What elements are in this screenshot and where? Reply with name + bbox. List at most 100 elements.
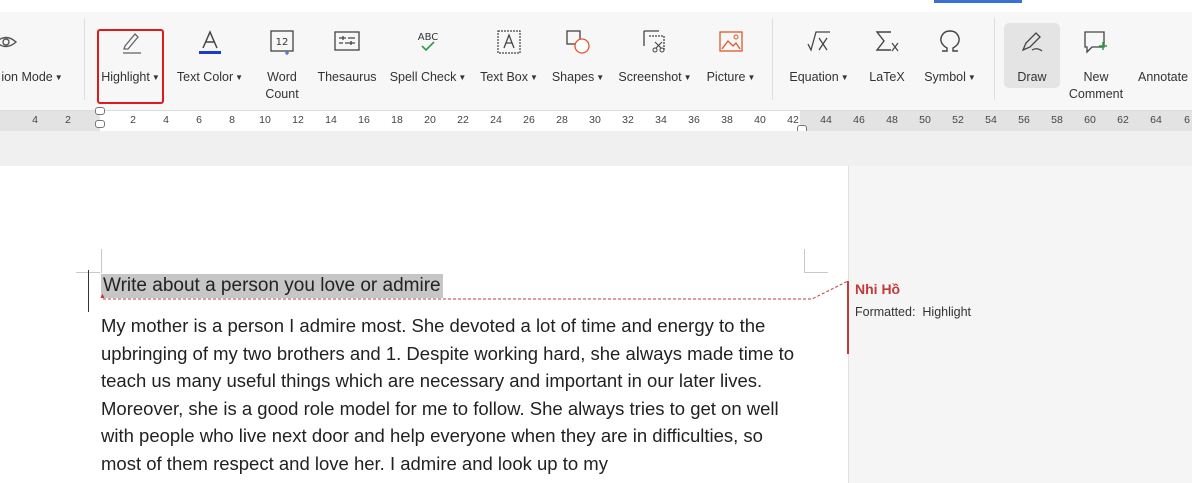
ruler-tick: 36 xyxy=(688,114,700,126)
text-color-button[interactable]: Text Color ▼ xyxy=(172,12,248,110)
crop-mark xyxy=(101,249,102,273)
ruler-tick: 26 xyxy=(523,114,535,126)
thesaurus-label: Thesaurus xyxy=(317,70,377,84)
pen-icon xyxy=(1018,28,1046,56)
spell-check-icon: ABC xyxy=(414,28,442,56)
spell-check-icon-text: ABC xyxy=(418,32,439,43)
word-count-label: Word Count xyxy=(265,70,299,101)
text-cursor xyxy=(88,270,89,312)
ruler-tick: 2 xyxy=(130,114,136,126)
shapes-button[interactable]: Shapes ▼ xyxy=(548,12,608,110)
ruler-tick: 60 xyxy=(1084,114,1096,126)
ruler-tick: 46 xyxy=(853,114,865,126)
new-comment-label: New Comment xyxy=(1068,70,1124,101)
ruler-tick: 52 xyxy=(952,114,964,126)
draw-label: Draw xyxy=(1017,70,1047,84)
ruler-tick: 40 xyxy=(754,114,766,126)
comment-author[interactable]: Nhi Hồ xyxy=(855,281,900,297)
active-tab-indicator xyxy=(934,0,1022,3)
latex-button[interactable]: LaTeX xyxy=(862,12,912,110)
screenshot-button[interactable]: Screenshot ▼ xyxy=(614,12,696,110)
picture-icon xyxy=(717,28,745,56)
ruler-tick: 58 xyxy=(1051,114,1063,126)
view-mode-button[interactable]: ion Mode ▼ xyxy=(0,12,74,110)
ruler-tick: 12 xyxy=(292,114,304,126)
ruler-tick: 34 xyxy=(655,114,667,126)
word-count-icon-text: 12 xyxy=(276,37,289,48)
comment-value: Highlight xyxy=(922,305,972,319)
text-box-label: Text Box xyxy=(480,70,528,84)
ruler-tick: 2 xyxy=(65,114,71,126)
ruler-tick: 54 xyxy=(985,114,997,126)
ruler-tick: 30 xyxy=(589,114,601,126)
sigma-icon xyxy=(873,28,901,56)
ruler-tick: 6 xyxy=(1184,114,1190,126)
ruler-tick: 4 xyxy=(163,114,169,126)
chevron-down-icon: ▼ xyxy=(683,73,692,82)
ruler-tick: 16 xyxy=(358,114,370,126)
ruler-tick: 10 xyxy=(259,114,271,126)
ruler-tick: 22 xyxy=(457,114,469,126)
ruler-tick: 64 xyxy=(1150,114,1162,126)
comment-content[interactable]: Formatted: Highlight xyxy=(855,305,971,319)
chevron-down-icon: ▼ xyxy=(747,73,756,82)
word-count-button[interactable]: 12 Word Count xyxy=(256,12,308,110)
equation-icon xyxy=(805,28,833,56)
chevron-down-icon: ▼ xyxy=(530,73,538,82)
annotate-button[interactable]: Annotate xyxy=(1132,12,1192,110)
canvas-background xyxy=(0,131,1192,167)
ruler-tick: 48 xyxy=(886,114,898,126)
text-color-label: Text Color xyxy=(176,70,234,84)
ruler-tick: 24 xyxy=(490,114,502,126)
symbol-label: Symbol xyxy=(924,70,966,84)
draw-button[interactable]: Draw xyxy=(1004,12,1060,110)
word-count-icon: 12 xyxy=(268,28,296,56)
new-comment-button[interactable]: New Comment xyxy=(1066,12,1126,110)
ruler-tick: 28 xyxy=(556,114,568,126)
text-box-icon xyxy=(495,28,523,56)
spell-check-label: Spell Check xyxy=(389,70,457,84)
divider xyxy=(772,18,773,100)
crop-mark xyxy=(804,272,828,273)
picture-label: Picture xyxy=(706,70,746,84)
hanging-indent-marker[interactable] xyxy=(95,120,105,128)
equation-label: Equation xyxy=(789,70,839,84)
chevron-down-icon: ▼ xyxy=(235,73,244,82)
thesaurus-button[interactable]: Thesaurus xyxy=(314,12,380,110)
ruler-tick: 56 xyxy=(1018,114,1030,126)
comment-label: Formatted: xyxy=(855,305,916,319)
picture-button[interactable]: Picture ▼ xyxy=(702,12,760,110)
comment-bar xyxy=(847,281,849,354)
ruler-tick: 62 xyxy=(1117,114,1129,126)
document-body-paragraph[interactable]: My mother is a person I admire most. She… xyxy=(101,312,806,477)
ruler-tick: 14 xyxy=(325,114,337,126)
horizontal-ruler[interactable]: 4 2 2 4 6 8 10 12 14 16 18 20 22 24 26 2… xyxy=(0,107,1192,140)
ruler-tick: 8 xyxy=(229,114,235,126)
shapes-label: Shapes xyxy=(551,70,595,84)
chevron-down-icon: ▼ xyxy=(458,73,467,82)
ruler-tick: 42 xyxy=(787,114,799,126)
document-heading[interactable]: Write about a person you love or admire xyxy=(101,274,443,298)
screenshot-label: Screenshot xyxy=(618,70,682,84)
chevron-down-icon: ▼ xyxy=(596,73,605,82)
omega-icon xyxy=(936,28,964,56)
text-box-button[interactable]: Text Box ▼ xyxy=(476,12,542,110)
spell-check-button[interactable]: ABC Spell Check ▼ xyxy=(386,12,470,110)
view-mode-label: ion Mode xyxy=(1,70,53,84)
ruler-tick: 32 xyxy=(622,114,634,126)
ruler-tick: 44 xyxy=(820,114,832,126)
chevron-down-icon: ▼ xyxy=(54,73,63,82)
ruler-tick: 38 xyxy=(721,114,733,126)
ruler-tick: 18 xyxy=(391,114,403,126)
shapes-icon xyxy=(564,28,592,56)
divider xyxy=(84,18,85,100)
change-marker-icon: ▲ xyxy=(99,293,106,300)
symbol-button[interactable]: Symbol ▼ xyxy=(918,12,982,110)
comment-add-icon xyxy=(1082,28,1110,56)
highlight-selection-box xyxy=(97,29,164,104)
markup-pane xyxy=(848,166,1192,483)
chevron-down-icon: ▼ xyxy=(840,73,849,82)
first-line-indent-marker[interactable] xyxy=(95,107,105,115)
equation-button[interactable]: Equation ▼ xyxy=(784,12,854,110)
annotate-label: Annotate xyxy=(1138,70,1189,84)
